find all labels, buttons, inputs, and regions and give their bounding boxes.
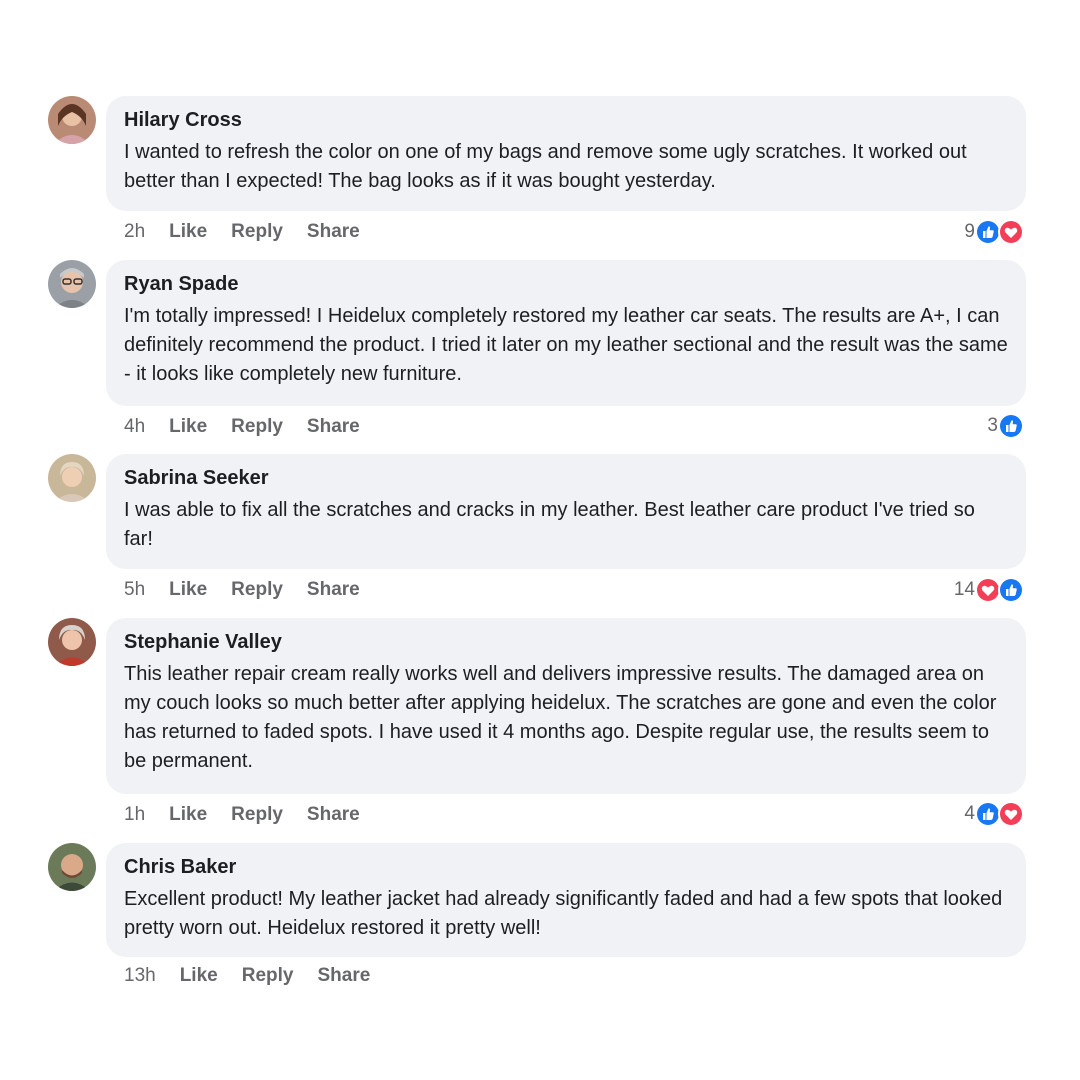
comment-actions: 13h Like Reply Share <box>124 962 394 990</box>
like-action[interactable]: Like <box>169 221 207 243</box>
avatar[interactable] <box>48 96 96 144</box>
reply-action[interactable]: Reply <box>231 579 283 601</box>
reply-action[interactable]: Reply <box>242 965 294 987</box>
share-action[interactable]: Share <box>307 221 360 243</box>
love-icon <box>998 801 1024 827</box>
reply-action[interactable]: Reply <box>231 221 283 243</box>
comment-text: I wanted to refresh the color on one of … <box>124 141 967 192</box>
comment-text: Excellent product! My leather jacket had… <box>124 888 1003 939</box>
comment-bubble: Stephanie Valley This leather repair cre… <box>106 618 1026 794</box>
comment-text: I'm totally impressed! I Heidelux comple… <box>124 305 1008 385</box>
reaction-summary[interactable]: 4 <box>964 800 1024 828</box>
share-action[interactable]: Share <box>317 965 370 987</box>
comment-time[interactable]: 2h <box>124 221 145 243</box>
like-action[interactable]: Like <box>169 416 207 438</box>
comment-bubble: Hilary Cross I wanted to refresh the col… <box>106 96 1026 211</box>
share-action[interactable]: Share <box>307 804 360 826</box>
comment-bubble: Ryan Spade I'm totally impressed! I Heid… <box>106 260 1026 406</box>
avatar[interactable] <box>48 843 96 891</box>
comment-actions: 1h Like Reply Share <box>124 801 384 829</box>
reaction-count: 9 <box>964 221 975 242</box>
like-action[interactable]: Like <box>169 579 207 601</box>
reaction-count: 3 <box>987 415 998 436</box>
comment-bubble: Sabrina Seeker I was able to fix all the… <box>106 454 1026 569</box>
comment-author[interactable]: Hilary Cross <box>124 108 1008 132</box>
reaction-summary[interactable]: 9 <box>964 218 1024 246</box>
comment-time[interactable]: 13h <box>124 965 156 987</box>
share-action[interactable]: Share <box>307 579 360 601</box>
avatar[interactable] <box>48 618 96 666</box>
avatar[interactable] <box>48 260 96 308</box>
comment-text: I was able to fix all the scratches and … <box>124 499 975 550</box>
like-action[interactable]: Like <box>180 965 218 987</box>
comment-author[interactable]: Sabrina Seeker <box>124 466 1008 490</box>
comment-author[interactable]: Stephanie Valley <box>124 630 1008 654</box>
comment-text: This leather repair cream really works w… <box>124 663 997 772</box>
comment-author[interactable]: Ryan Spade <box>124 272 1008 296</box>
like-action[interactable]: Like <box>169 804 207 826</box>
love-icon <box>998 219 1024 245</box>
reaction-summary[interactable]: 14 <box>954 576 1024 604</box>
comment-actions: 2h Like Reply Share <box>124 218 384 246</box>
reply-action[interactable]: Reply <box>231 416 283 438</box>
comment-time[interactable]: 1h <box>124 804 145 826</box>
comment-bubble: Chris Baker Excellent product! My leathe… <box>106 843 1026 957</box>
comment-actions: 5h Like Reply Share <box>124 576 384 604</box>
avatar[interactable] <box>48 454 96 502</box>
reply-action[interactable]: Reply <box>231 804 283 826</box>
reaction-count: 14 <box>953 579 975 600</box>
comment-time[interactable]: 4h <box>124 416 145 438</box>
reaction-count: 4 <box>964 803 975 824</box>
like-icon <box>998 413 1024 439</box>
share-action[interactable]: Share <box>307 416 360 438</box>
comment-time[interactable]: 5h <box>124 579 145 601</box>
like-icon <box>998 577 1024 603</box>
comment-author[interactable]: Chris Baker <box>124 855 1008 879</box>
reaction-summary[interactable]: 3 <box>987 412 1024 440</box>
comment-actions: 4h Like Reply Share <box>124 413 384 441</box>
